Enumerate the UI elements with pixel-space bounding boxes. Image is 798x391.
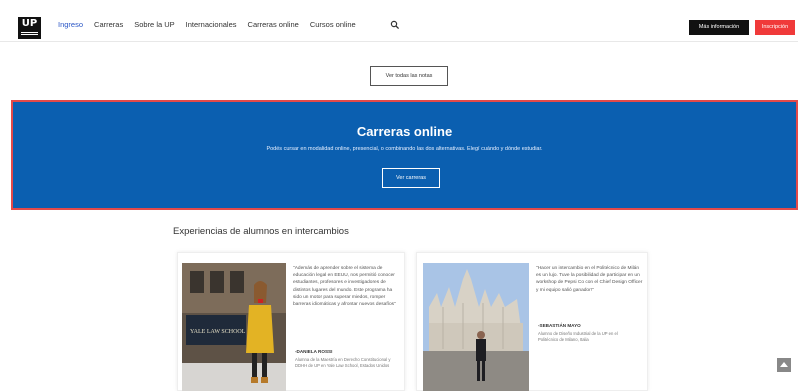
experience-author-description: Alumno de Diseño Industrial de la UP en … <box>538 331 618 342</box>
experience-quote: "Hacer un intercambio en el Politécnico … <box>536 266 643 293</box>
nav-item-cursos-online[interactable]: Cursos online <box>310 20 356 29</box>
carreras-online-banner: Carreras online Podés cursar en modalida… <box>11 100 798 210</box>
mas-informacion-button[interactable]: Más información <box>689 20 749 35</box>
milan-photo-illustration <box>423 263 529 391</box>
yale-sign-text: YALE LAW SCHOOL <box>190 329 246 335</box>
logo-text: UP <box>21 18 38 29</box>
search-icon[interactable] <box>390 20 400 30</box>
ver-todas-las-notas-button[interactable]: Ver todas las notas <box>370 66 448 86</box>
experience-card[interactable]: "Hacer un intercambio en el Politécnico … <box>416 252 648 391</box>
site-header: UP Ingreso Carreras Sobre la UP Internac… <box>0 0 798 42</box>
logo-subtitle-lines <box>21 32 38 35</box>
experience-author: -DANIELA ROSSI <box>295 349 333 354</box>
milan-student-photo <box>423 263 529 391</box>
nav-item-carreras[interactable]: Carreras <box>94 20 123 29</box>
inscripcion-button[interactable]: Inscripción <box>755 20 795 35</box>
experience-card[interactable]: YALE LAW SCHOOL "Además de aprender sobr… <box>177 252 405 391</box>
banner-title: Carreras online <box>356 124 453 139</box>
experiences-title: Experiencias de alumnos en intercambios <box>173 226 349 237</box>
ver-carreras-button[interactable]: Ver carreras <box>382 168 440 188</box>
nav-item-ingreso[interactable]: Ingreso <box>58 20 83 29</box>
experience-quote: "Además de aprender sobre el sistema de … <box>293 266 396 308</box>
site-logo[interactable]: UP <box>18 17 41 39</box>
nav-item-sobre-la-up[interactable]: Sobre la UP <box>134 20 174 29</box>
experience-author: -SEBASTIÁN MAYO <box>538 323 581 328</box>
banner-text: Podés cursar en modalidad online, presen… <box>266 146 543 152</box>
nav-item-internacionales[interactable]: Internacionales <box>186 20 237 29</box>
yale-photo-illustration: YALE LAW SCHOOL <box>182 263 286 391</box>
yale-student-photo: YALE LAW SCHOOL <box>182 263 286 391</box>
main-nav: Ingreso Carreras Sobre la UP Internacion… <box>58 20 356 29</box>
nav-item-carreras-online[interactable]: Carreras online <box>248 20 299 29</box>
scroll-to-top-button[interactable] <box>777 358 791 372</box>
experience-author-description: Alumna de la Maestría en Derecho Constit… <box>295 357 391 368</box>
